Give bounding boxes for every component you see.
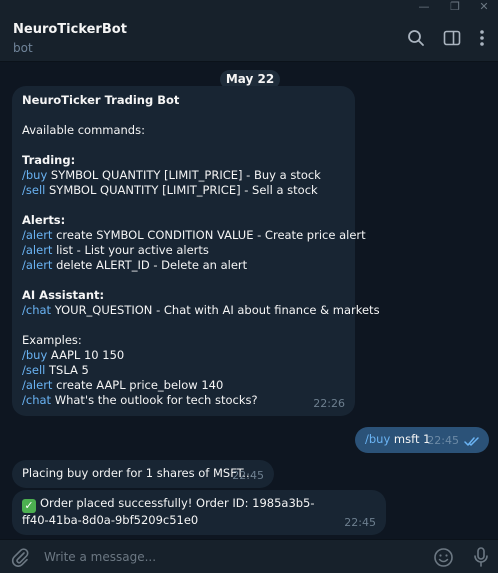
- help-line: Alerts:: [22, 213, 345, 228]
- message-time: 22:45: [427, 434, 459, 447]
- maximize-button[interactable]: ❐: [443, 0, 467, 14]
- help-line: /alert create SYMBOL CONDITION VALUE - C…: [22, 228, 366, 243]
- message-text-line1: Order placed successfully! Order ID: 198…: [40, 496, 315, 510]
- composer-bar: [0, 539, 498, 573]
- line-text: AAPL 10 150: [47, 348, 125, 362]
- message-time: 22:26: [313, 397, 345, 410]
- emoji-icon[interactable]: [433, 547, 454, 568]
- message-list[interactable]: May 22 NeuroTicker Trading Bot Available …: [0, 62, 498, 539]
- message-text: Placing buy order for 1 shares of MSFT..…: [22, 466, 254, 480]
- command-link[interactable]: /alert: [22, 378, 52, 392]
- help-text: NeuroTicker Trading Bot Available command…: [22, 93, 380, 408]
- help-line: /sell SYMBOL QUANTITY [LIMIT_PRICE] - Se…: [22, 183, 345, 198]
- help-line: /alert create AAPL price_below 140: [22, 378, 345, 393]
- bot-help-message[interactable]: NeuroTicker Trading Bot Available command…: [12, 86, 380, 416]
- message-time: 22:45: [344, 516, 376, 529]
- line-text: NeuroTicker Trading Bot: [22, 93, 180, 107]
- bot-placing-message[interactable]: Placing buy order for 1 shares of MSFT..…: [12, 460, 274, 488]
- line-text: AI Assistant:: [22, 288, 105, 302]
- help-line: Available commands:: [22, 123, 345, 138]
- help-line: NeuroTicker Trading Bot: [22, 93, 345, 108]
- command-link[interactable]: /buy: [22, 348, 47, 362]
- line-text: list - List your active alerts: [52, 243, 209, 257]
- chat-header[interactable]: NeuroTickerBot bot: [0, 14, 498, 62]
- help-line: /buy AAPL 10 150: [22, 348, 345, 363]
- message-input[interactable]: [44, 548, 414, 566]
- read-receipt-icon: [464, 437, 479, 446]
- bot-order-placed-message[interactable]: ✓ Order placed successfully! Order ID: 19…: [12, 490, 386, 535]
- command-link[interactable]: /chat: [22, 303, 51, 317]
- help-line: /sell TSLA 5: [22, 363, 345, 378]
- sidebar-toggle-icon[interactable]: [441, 27, 463, 49]
- line-text: delete ALERT_ID - Delete an alert: [52, 258, 248, 272]
- help-line: Trading:: [22, 153, 345, 168]
- search-icon[interactable]: [405, 27, 427, 49]
- command-link[interactable]: /sell: [22, 183, 45, 197]
- help-line: /chat YOUR_QUESTION - Chat with AI about…: [22, 303, 380, 318]
- command-link[interactable]: /sell: [22, 363, 45, 377]
- command-link[interactable]: /chat: [22, 393, 51, 407]
- help-line: AI Assistant:: [22, 288, 345, 303]
- command-link[interactable]: /alert: [22, 243, 52, 257]
- message-time: 22:45: [232, 469, 264, 482]
- check-mark-icon: ✓: [22, 499, 36, 513]
- line-text: TSLA 5: [45, 363, 89, 377]
- message-text: msft 1: [390, 432, 431, 446]
- chat-title: NeuroTickerBot: [13, 22, 127, 37]
- window-titlebar: — ❐ ✕: [0, 0, 498, 14]
- line-text: Alerts:: [22, 213, 66, 227]
- user-buy-message[interactable]: /buy msft 1 22:45: [355, 427, 489, 453]
- chat-status: bot: [13, 41, 33, 55]
- line-text: SYMBOL QUANTITY [LIMIT_PRICE] - Buy a st…: [47, 168, 321, 182]
- line-text: Available commands:: [22, 123, 145, 137]
- more-options-icon[interactable]: [471, 27, 493, 49]
- help-line: /buy SYMBOL QUANTITY [LIMIT_PRICE] - Buy…: [22, 168, 345, 183]
- line-text: create AAPL price_below 140: [52, 378, 224, 392]
- message-text-line2: ff40-41ba-8d0a-9bf5209c51e0: [22, 513, 199, 527]
- command-link[interactable]: /alert: [22, 258, 52, 272]
- line-text: SYMBOL QUANTITY [LIMIT_PRICE] - Sell a s…: [45, 183, 318, 197]
- close-window-button[interactable]: ✕: [472, 0, 496, 14]
- line-text: Examples:: [22, 333, 82, 347]
- help-line: /alert list - List your active alerts: [22, 243, 345, 258]
- help-line: Examples:: [22, 333, 345, 348]
- line-text: What's the outlook for tech stocks?: [51, 393, 258, 407]
- command-link[interactable]: /buy: [365, 432, 390, 446]
- command-link[interactable]: /buy: [22, 168, 47, 182]
- command-link[interactable]: /alert: [22, 228, 52, 242]
- help-line: /chat What's the outlook for tech stocks…: [22, 393, 345, 408]
- line-text: YOUR_QUESTION - Chat with AI about finan…: [51, 303, 380, 317]
- help-line: /alert delete ALERT_ID - Delete an alert: [22, 258, 345, 273]
- line-text: Trading:: [22, 153, 76, 167]
- line-text: create SYMBOL CONDITION VALUE - Create p…: [52, 228, 366, 242]
- microphone-icon[interactable]: [472, 546, 490, 568]
- minimize-button[interactable]: —: [412, 0, 436, 14]
- attach-icon[interactable]: [10, 547, 30, 567]
